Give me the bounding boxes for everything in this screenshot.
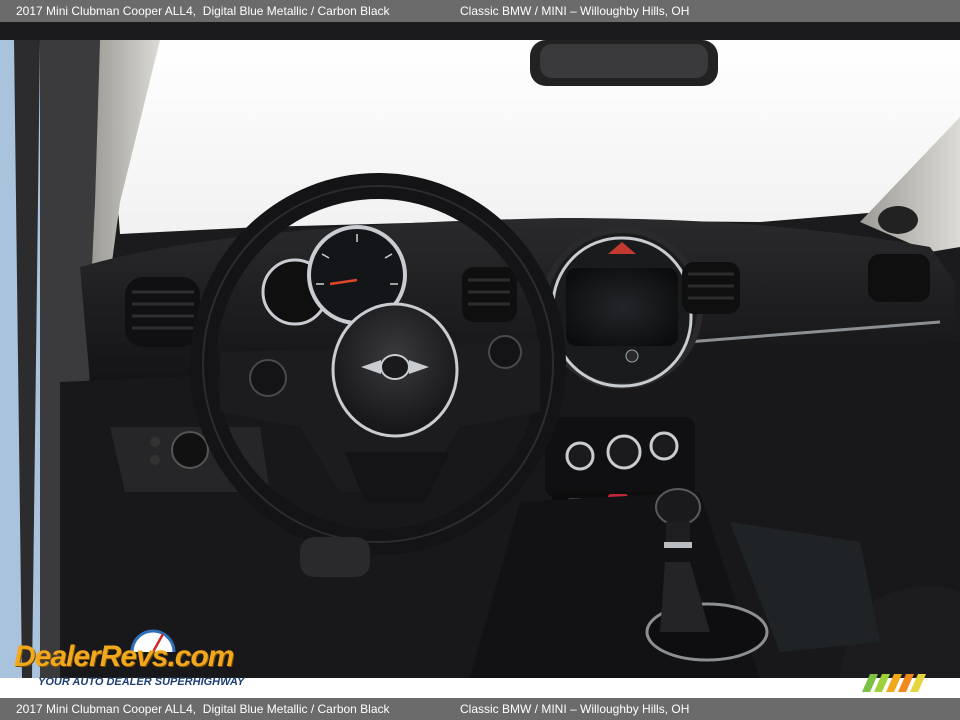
- left-wheel-controls: [249, 359, 287, 397]
- footer-dealer-name: Classic BMW / MINI – Willoughby Hills, O…: [460, 702, 690, 716]
- logo-wordmark: DealerRevs.com: [14, 640, 234, 673]
- footer-vehicle-title: 2017 Mini Clubman Cooper ALL4, Digital B…: [16, 702, 390, 716]
- center-right-vent: [682, 262, 740, 314]
- gear-shift-knob: [655, 488, 701, 526]
- dealer-name: Classic BMW / MINI – Willoughby Hills, O…: [460, 4, 690, 18]
- dealerrevs-stripes-icon: [862, 674, 926, 692]
- light-switch: [171, 431, 209, 469]
- far-right-vent: [868, 254, 930, 302]
- right-wheel-controls: [488, 335, 522, 369]
- dealerrevs-watermark: DealerRevs.com YOUR AUTO DEALER SUPERHIG…: [10, 624, 272, 694]
- logo-tagline: YOUR AUTO DEALER SUPERHIGHWAY: [38, 676, 245, 688]
- vehicle-title: 2017 Mini Clubman Cooper ALL4, Digital B…: [16, 4, 390, 18]
- infotainment-screen: [566, 268, 678, 346]
- bottom-caption-bar: 2017 Mini Clubman Cooper ALL4, Digital B…: [0, 698, 960, 720]
- center-left-vent: [462, 267, 517, 322]
- climate-knob-right: [649, 431, 679, 461]
- climate-knob-center: [606, 434, 642, 470]
- mini-logo: [380, 354, 410, 380]
- left-air-vent: [125, 277, 200, 347]
- top-caption-bar: 2017 Mini Clubman Cooper ALL4, Digital B…: [0, 0, 960, 22]
- climate-knob-left: [565, 441, 595, 471]
- interior-photo: [0, 22, 960, 678]
